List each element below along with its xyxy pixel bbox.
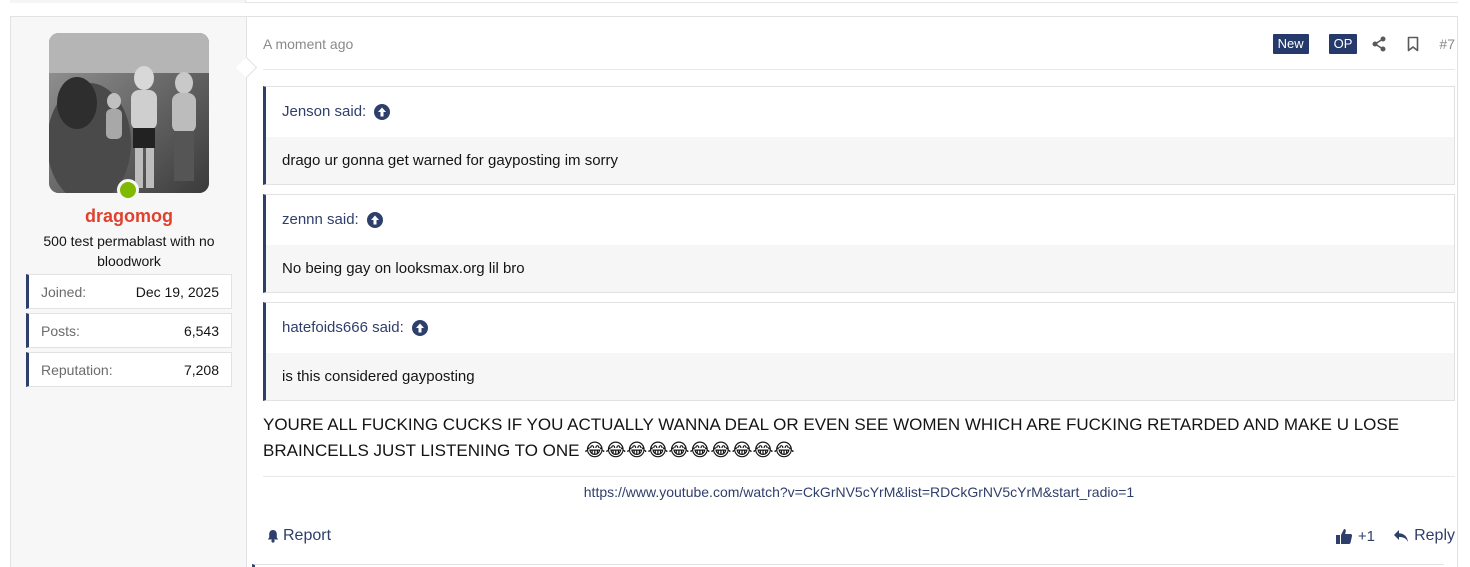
post-text: YOURE ALL FUCKING CUCKS IF YOU ACTUALLY … [263, 415, 1400, 460]
new-badge: New [1272, 34, 1309, 54]
quote-body: is this considered gayposting [266, 353, 1454, 400]
avatar[interactable] [49, 33, 209, 193]
op-badge: OP [1328, 34, 1358, 54]
online-indicator [117, 179, 139, 201]
post-footer: Report +1 Reply [263, 525, 1455, 547]
arrow-up-circle-icon[interactable] [366, 212, 383, 228]
thumbs-up-icon [1335, 529, 1352, 544]
previous-user-cell-edge [10, 0, 246, 3]
forum-post: dragomog 500 test permablast with no blo… [10, 16, 1458, 567]
reply-arrow-icon [1394, 530, 1409, 542]
reply-label: Reply [1414, 527, 1455, 544]
quote-author[interactable]: zennn said: [282, 211, 359, 228]
user-title: 500 test permablast with no bloodwork [43, 233, 215, 269]
username[interactable]: dragomog [11, 206, 247, 227]
quote-header[interactable]: zennn said: [266, 195, 1454, 245]
share-icon[interactable] [1371, 36, 1387, 52]
post-main: A moment ago New OP #7 Jenson said: drag… [263, 17, 1455, 567]
reply-button[interactable]: Reply [1393, 527, 1455, 545]
quote-header[interactable]: Jenson said: [266, 87, 1454, 137]
quote-author[interactable]: Jenson said: [282, 103, 366, 120]
signature-link[interactable]: https://www.youtube.com/watch?v=CkGrNV5c… [263, 484, 1455, 500]
signature-divider [263, 476, 1455, 477]
quote-author[interactable]: hatefoids666 said: [282, 319, 404, 336]
stat-value: 7,208 [183, 362, 219, 378]
quote-block: hatefoids666 said: is this considered ga… [263, 302, 1455, 401]
stat-label: Posts: [41, 323, 80, 339]
quote-header[interactable]: hatefoids666 said: [266, 303, 1454, 353]
like-button[interactable]: +1 [1335, 527, 1375, 545]
post-header-actions: New OP #7 [1272, 33, 1455, 55]
like-count: +1 [1357, 527, 1375, 545]
bell-icon [267, 530, 279, 543]
quote-body: drago ur gonna get warned for gayposting… [266, 137, 1454, 184]
quote-block: Jenson said: drago ur gonna get warned f… [263, 86, 1455, 185]
report-label: Report [283, 527, 332, 544]
stat-reputation: Reputation: 7,208 [26, 352, 232, 387]
previous-post-edge [10, 0, 1458, 3]
header-divider [263, 69, 1455, 70]
stat-label: Joined: [41, 284, 87, 300]
quote-block: zennn said: No being gay on looksmax.org… [263, 194, 1455, 293]
bookmark-icon[interactable] [1405, 36, 1421, 52]
stat-value: Dec 19, 2025 [135, 284, 219, 300]
stat-posts: Posts: 6,543 [26, 313, 232, 348]
user-cell: dragomog 500 test permablast with no blo… [11, 17, 247, 567]
stat-label: Reputation: [41, 362, 113, 378]
quote-body: No being gay on looksmax.org lil bro [266, 245, 1454, 292]
post-body: YOURE ALL FUCKING CUCKS IF YOU ACTUALLY … [263, 412, 1455, 464]
stat-joined: Joined: Dec 19, 2025 [26, 274, 232, 309]
arrow-up-circle-icon[interactable] [411, 320, 428, 336]
stat-value: 6,543 [183, 323, 219, 339]
post-date[interactable]: A moment ago [263, 36, 353, 52]
report-button[interactable]: Report [266, 527, 331, 545]
laughing-emoji-row: 😂😂😂😂😂😂😂😂😂😂 [584, 440, 795, 461]
post-number[interactable]: #7 [1439, 36, 1455, 52]
arrow-up-circle-icon[interactable] [374, 104, 391, 120]
